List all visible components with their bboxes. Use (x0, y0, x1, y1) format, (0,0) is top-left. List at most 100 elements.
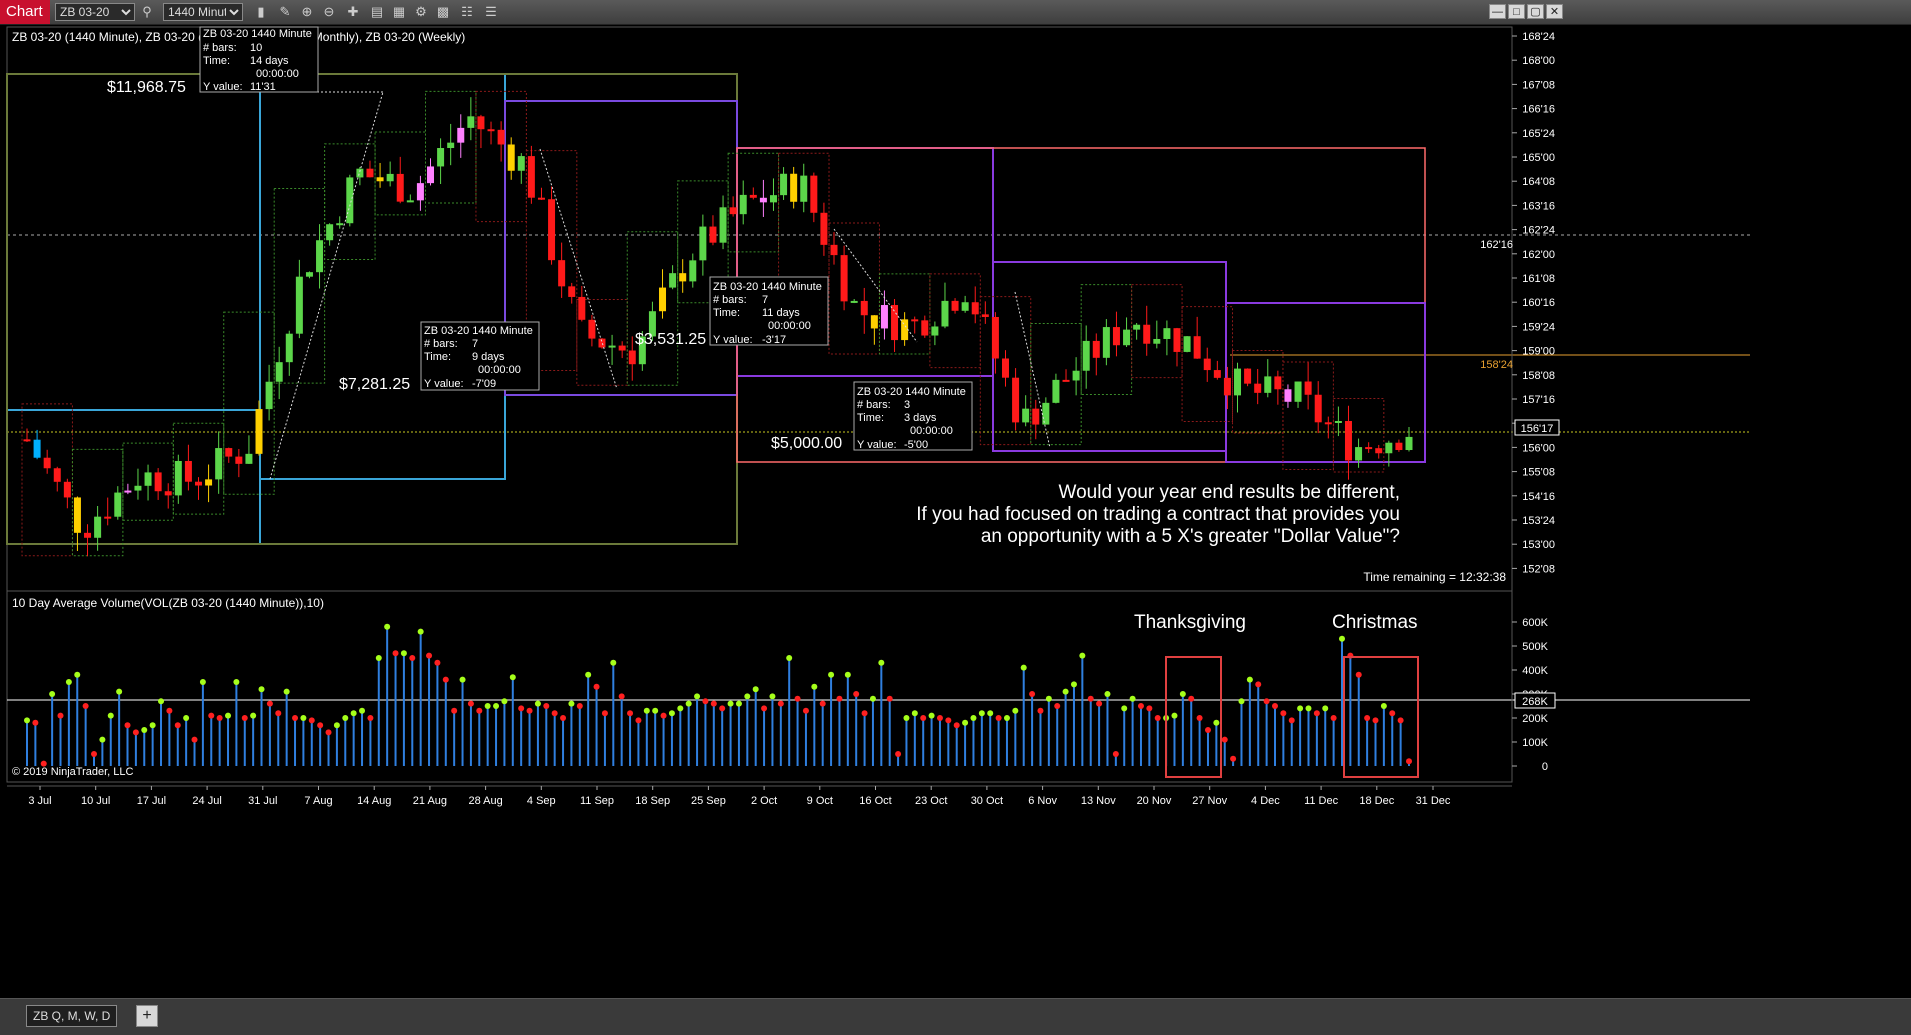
more-icon[interactable]: ☰ (482, 3, 500, 21)
volume-dot (601, 710, 608, 717)
volume-dot (158, 698, 165, 705)
volume-dot (1397, 717, 1404, 724)
volume-dot (49, 691, 56, 697)
add-tab-button[interactable]: + (136, 1005, 158, 1027)
price-tick-label: 157'16 (1522, 394, 1555, 406)
volume-dot (735, 700, 742, 707)
volume-dot (1146, 705, 1153, 712)
volume-dot (844, 671, 851, 678)
volume-dot (1079, 652, 1086, 659)
volume-tick-label: 100K (1522, 737, 1548, 749)
volume-dot (392, 650, 399, 657)
bar-type-icon[interactable]: ▮ (252, 3, 270, 21)
candle-body (1183, 336, 1191, 352)
share-icon[interactable]: ☷ (458, 3, 476, 21)
candle-body (487, 129, 495, 132)
volume-dot (1137, 703, 1144, 709)
candle-body (1314, 394, 1322, 423)
volume-dot (1171, 712, 1178, 719)
minimize-button[interactable]: — (1489, 4, 1506, 19)
volume-dot (183, 715, 190, 721)
volume-dot (1020, 664, 1027, 671)
volume-dot (367, 715, 374, 721)
volume-dot (1179, 691, 1186, 697)
volume-dot (333, 722, 340, 729)
ruler-box-days: 3 days (904, 412, 937, 424)
candle-body (527, 156, 535, 198)
price-tick-label: 163'16 (1522, 200, 1555, 212)
crosshair-icon[interactable]: ✚ (344, 3, 362, 21)
candle-body (699, 226, 707, 261)
candle-body (467, 116, 475, 128)
volume-dot (149, 722, 156, 729)
candle-body (608, 345, 616, 348)
volume-dot (342, 715, 349, 721)
chart-window-tab[interactable]: Chart (0, 0, 50, 24)
volume-dot (442, 676, 449, 683)
candle-body (1163, 328, 1171, 339)
volume-dot (1364, 715, 1371, 721)
volume-dot (920, 715, 927, 721)
price-tick-label: 152'08 (1522, 563, 1555, 575)
candle-body (265, 381, 273, 410)
volume-dot (409, 655, 416, 661)
ruler-box-3[interactable]: ZB 03-20 1440 Minute # bars: 7 Time: 11 … (709, 276, 829, 346)
chart-canvas[interactable]: ZB 03-20 (1440 Minute), ZB 03-20 (3 Mont… (0, 24, 1911, 998)
instrument-selector[interactable]: ZB 03-20 (55, 3, 135, 21)
message-line-2: If you had focused on trading a contract… (916, 504, 1400, 525)
volume-dot (518, 705, 525, 712)
volume-dot (643, 707, 650, 714)
candle-body (1254, 383, 1262, 393)
ruler-box-1[interactable]: ZB 03-20 1440 Minute # bars: 10 Time: 14… (199, 26, 319, 93)
volume-panel-legend: 10 Day Average Volume(VOL(ZB 03-20 (1440… (12, 596, 324, 610)
candle-body (406, 200, 414, 203)
volume-dot (1204, 727, 1211, 733)
tab-zb-q-m-w-d[interactable]: ZB Q, M, W, D (26, 1005, 118, 1027)
volume-dot (560, 715, 567, 721)
properties-icon[interactable]: ▤ (368, 3, 386, 21)
ruler-box-4[interactable]: ZB 03-20 1440 Minute # bars: 3 Time: 3 d… (853, 381, 973, 451)
candle-body (437, 148, 445, 167)
x-tick-label: 2 Oct (751, 795, 777, 807)
maximize-button[interactable]: ▢ (1527, 4, 1544, 19)
volume-dot (484, 703, 491, 709)
volume-dot (509, 674, 516, 681)
interval-selector[interactable]: 1440 Minute (163, 3, 243, 21)
price-tick-label: 153'24 (1522, 515, 1555, 527)
volume-dot (1096, 700, 1103, 707)
volume-dot (124, 722, 131, 729)
x-tick-label: 20 Nov (1137, 795, 1172, 807)
templates-icon[interactable]: ▩ (434, 3, 452, 21)
candle-body (1304, 381, 1312, 395)
ruler-box-title: ZB 03-20 1440 Minute (713, 281, 822, 293)
volume-dot (1322, 705, 1329, 712)
volume-dot (1338, 635, 1345, 642)
ruler-line-2 (539, 148, 618, 390)
zoom-out-icon[interactable]: ⊖ (320, 3, 338, 21)
volume-dot (962, 719, 969, 726)
x-tick-label: 7 Aug (304, 795, 332, 807)
close-button[interactable]: ✕ (1546, 4, 1563, 19)
weekly-box (929, 273, 981, 369)
candle-body (780, 173, 788, 196)
zoom-in-icon[interactable]: ⊕ (298, 3, 316, 21)
volume-tick-label: 200K (1522, 713, 1548, 725)
volume-dot (786, 655, 793, 661)
restore-button[interactable]: □ (1508, 4, 1525, 19)
indicators-icon[interactable]: ▦ (390, 3, 408, 21)
volume-dot (1305, 705, 1312, 712)
drawing-tool-icon[interactable]: ✎ (276, 3, 294, 21)
ruler-box-2[interactable]: ZB 03-20 1440 Minute # bars: 7 Time: 9 d… (420, 321, 540, 391)
ruler-box-bars-label: # bars: (857, 399, 891, 411)
volume-dot (359, 707, 366, 714)
volume-dot (794, 695, 801, 702)
price-tick-label: 162'00 (1522, 249, 1555, 261)
candle-body (961, 302, 969, 311)
x-tick-label: 28 Aug (468, 795, 502, 807)
search-icon[interactable]: ⚲ (138, 3, 156, 21)
strategies-icon[interactable]: ⚙ (412, 3, 430, 21)
marker-162-16-label: 162'16 (1480, 239, 1513, 251)
candle-body (769, 195, 777, 203)
price-tick-label: 159'24 (1522, 321, 1555, 333)
candle-body (1385, 442, 1393, 454)
